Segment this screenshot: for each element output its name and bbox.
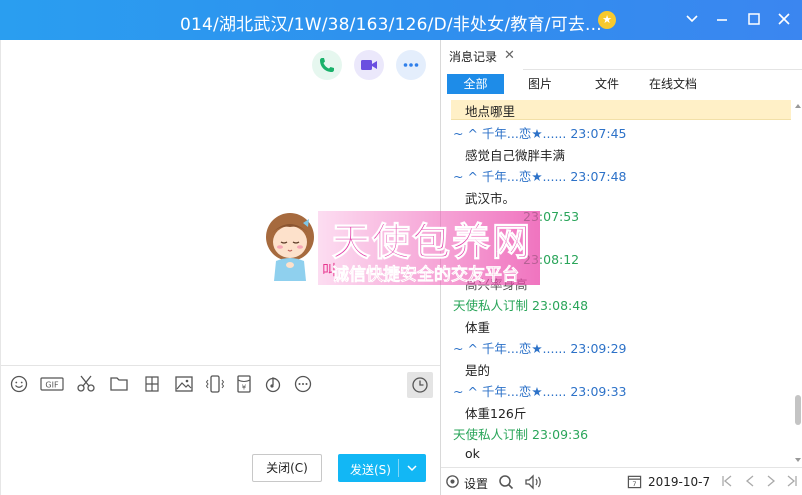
message-sender-line: 天使私人订制 23:09:36 [453,427,589,442]
svg-text:¥: ¥ [242,384,247,392]
filter-online-docs[interactable]: 在线文档 [647,74,699,94]
message-text[interactable]: 体重 [465,317,490,336]
settings-label[interactable]: 设置 [464,475,488,492]
more-circle-icon[interactable] [293,374,315,396]
clock-icon [412,377,428,393]
calendar-day: 7 [632,480,636,488]
window-title: 014/湖北武汉/1W/38/163/126/D/非处女/教育/可去... [180,15,602,35]
tab-label: 消息记录 [449,50,498,64]
folder-icon[interactable] [109,374,131,396]
message-text[interactable]: 感觉自己微胖丰满 [465,145,565,164]
message-text[interactable]: ok [465,446,480,461]
video-call-button[interactable] [354,50,384,80]
last-page-icon[interactable] [785,474,799,488]
message-sender-line: ~ ^ 千年...恋★...... 23:09:33 [453,384,627,399]
scrollbar[interactable] [793,100,802,466]
history-footer: 设置 7 2019-10-7 [441,467,802,495]
history-date[interactable]: 2019-10-7 [648,475,710,489]
gif-icon[interactable]: GIF [40,374,64,396]
phone-icon [320,58,334,72]
more-options-button[interactable] [396,50,426,80]
calendar-icon[interactable]: 7 [627,474,642,489]
next-page-icon[interactable] [764,474,778,488]
scroll-down-icon[interactable] [794,456,802,464]
redpacket-icon[interactable]: ¥ [234,374,256,396]
filter-bar: 全部 图片 文件 在线文档 [441,74,802,98]
message-text[interactable]: 体重126斤 [465,403,526,422]
watermark-subtitle: 诚信快捷安全的交友平台 [332,265,520,286]
divider [523,69,802,70]
send-button-label: 发送(S) [350,463,391,477]
vibrate-icon[interactable] [205,374,227,396]
message-sender-line: ~ ^ 千年...恋★...... 23:07:48 [453,169,627,184]
gif-label: GIF [45,381,59,390]
search-icon[interactable] [498,474,514,490]
speaker-icon[interactable] [524,474,544,490]
image-icon[interactable] [174,374,196,396]
first-page-icon[interactable] [720,474,734,488]
history-clock-button[interactable] [407,372,433,398]
close-icon[interactable] [774,9,794,29]
watermark-title: 天使包养网 [331,219,533,265]
voice-call-button[interactable] [312,50,342,80]
scroll-up-icon[interactable] [794,102,802,110]
chevron-down-icon[interactable] [404,460,420,476]
filter-images[interactable]: 图片 [527,74,553,94]
message-sender-line: ~ ^ 千年...恋★...... 23:09:29 [453,341,627,356]
close-button[interactable]: 关闭(C) [252,454,322,482]
maximize-icon[interactable] [744,9,764,29]
watermark: 天使包养网 叫 诚信快捷安全的交友平台 [262,205,542,287]
music-icon[interactable] [263,374,285,396]
title-bar: 014/湖北武汉/1W/38/163/126/D/非处女/教育/可去... ★ [0,0,802,40]
video-icon [361,60,377,70]
chevron-down-icon[interactable] [682,9,702,29]
send-divider [398,459,399,477]
close-tab-icon[interactable]: ✕ [504,48,515,63]
message-sender-line: 天使私人订制 23:08:48 [453,298,589,313]
star-badge-icon[interactable]: ★ [598,11,616,29]
more-icon [403,63,419,67]
message-text[interactable]: 地点哪里 [465,101,515,120]
emoji-icon[interactable] [9,374,31,396]
minimize-icon[interactable] [712,9,732,29]
image-collage-icon[interactable] [142,374,164,396]
gear-icon[interactable] [445,474,460,489]
input-toolbar: GIF ¥ [1,365,441,403]
previous-page-icon[interactable] [743,474,757,488]
filter-all[interactable]: 全部 [447,74,504,94]
filter-files[interactable]: 文件 [593,74,621,94]
message-text[interactable]: 是的 [465,360,490,379]
message-sender-line: ~ ^ 千年...恋★...... 23:07:45 [453,126,627,141]
send-button[interactable]: 发送(S) [338,454,426,482]
scissors-icon[interactable] [76,374,98,396]
scrollbar-thumb[interactable] [795,395,801,425]
tab-message-history[interactable]: 消息记录 ✕ [441,40,523,70]
cartoon-girl-logo [266,213,314,281]
